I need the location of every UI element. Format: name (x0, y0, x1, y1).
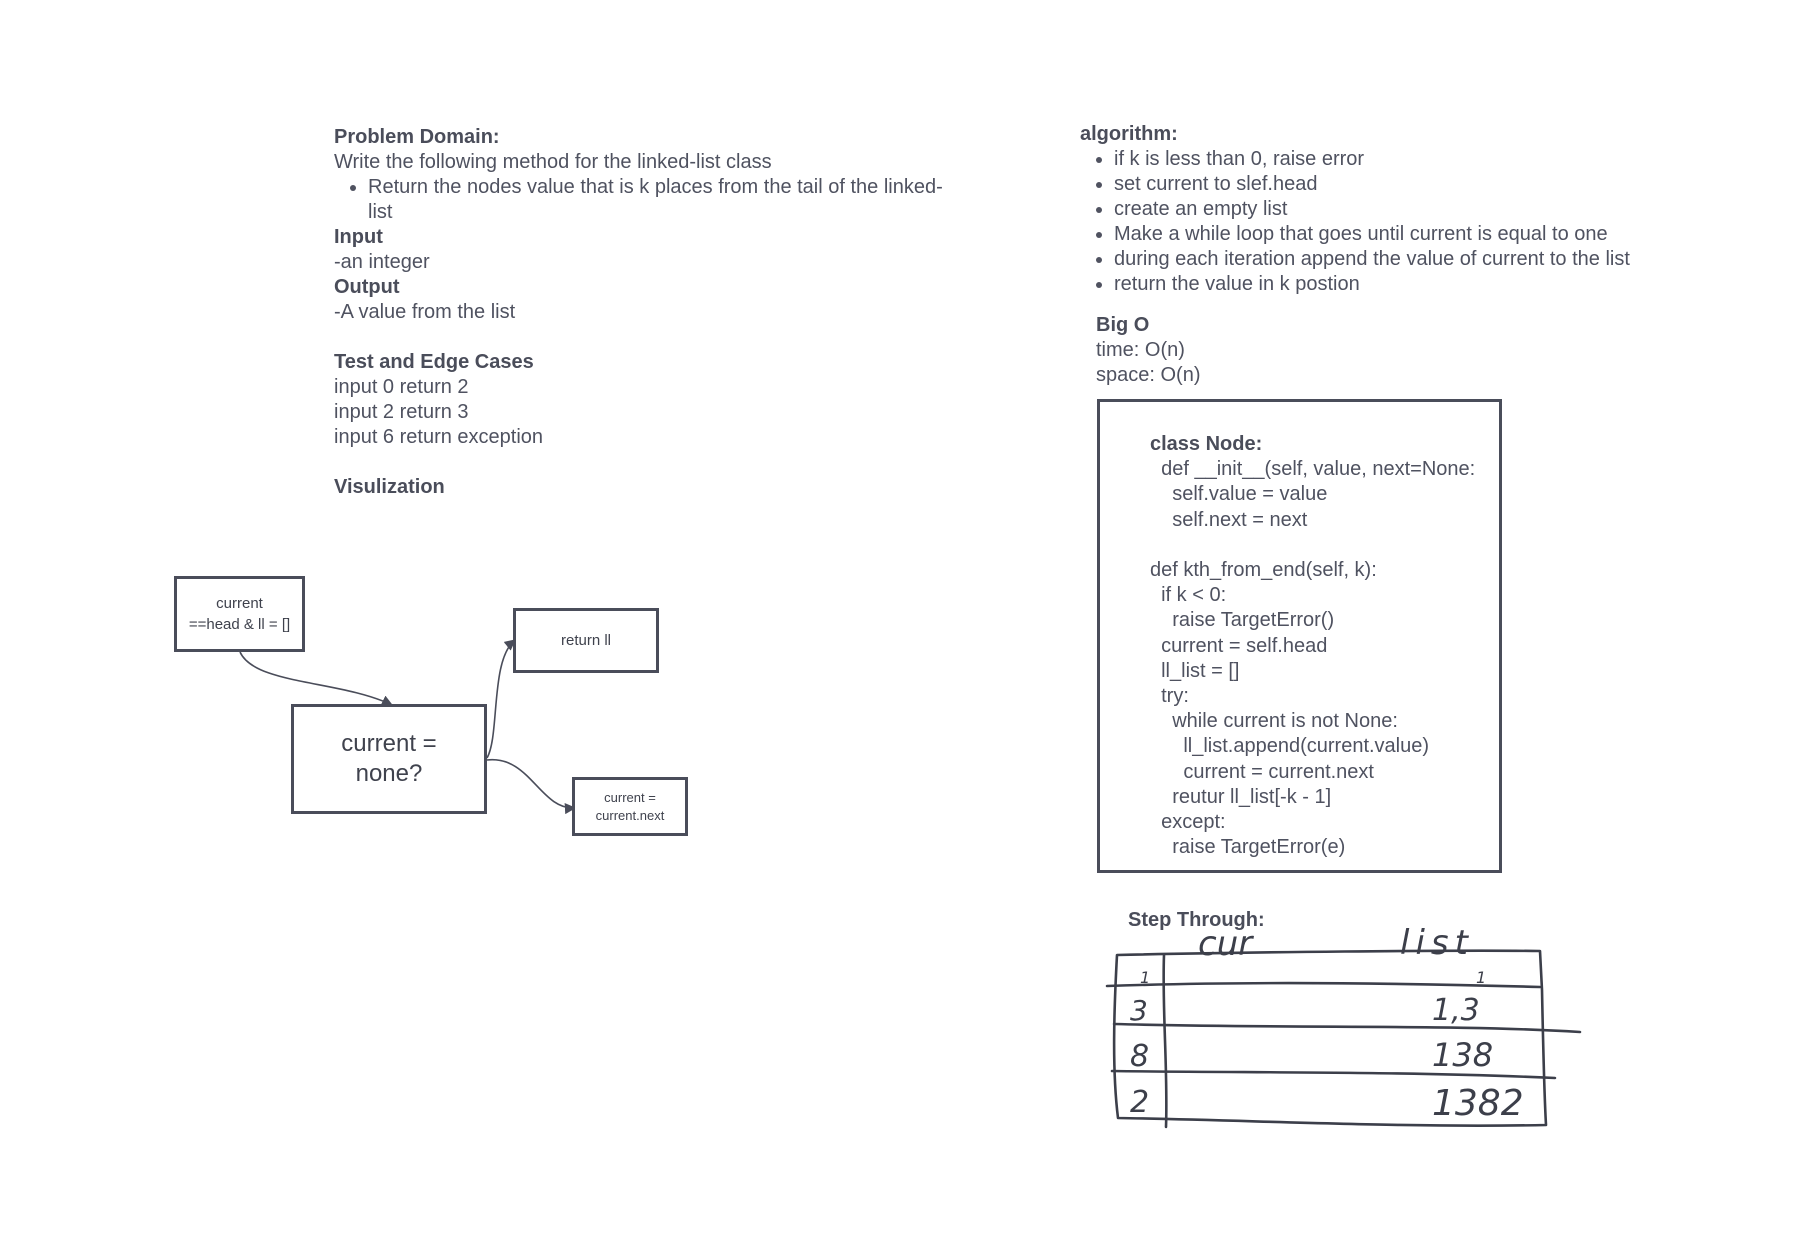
sketch-list-value: 1,3 (1432, 993, 1480, 1028)
sketch-col-list-label: list (1400, 923, 1474, 963)
sketch-cur-value: 2 (1130, 1085, 1149, 1120)
sketch-list-value: 1 (1476, 968, 1486, 987)
step-through-sketch: cur list 1 1 3 1,3 8 138 2 1382 (1105, 923, 1582, 1129)
sketch-col-cur-label: cur (1198, 924, 1254, 964)
sketch-cur-value: 1 (1140, 968, 1150, 987)
sketch-column-divider (1162, 953, 1168, 1129)
sketch-row-line (1112, 1022, 1582, 1034)
sketch-list-value: 138 (1432, 1036, 1493, 1074)
sketch-cur-value: 3 (1130, 994, 1148, 1027)
sketch-cur-value: 8 (1130, 1039, 1149, 1074)
sketch-list-value: 1382 (1432, 1083, 1524, 1124)
